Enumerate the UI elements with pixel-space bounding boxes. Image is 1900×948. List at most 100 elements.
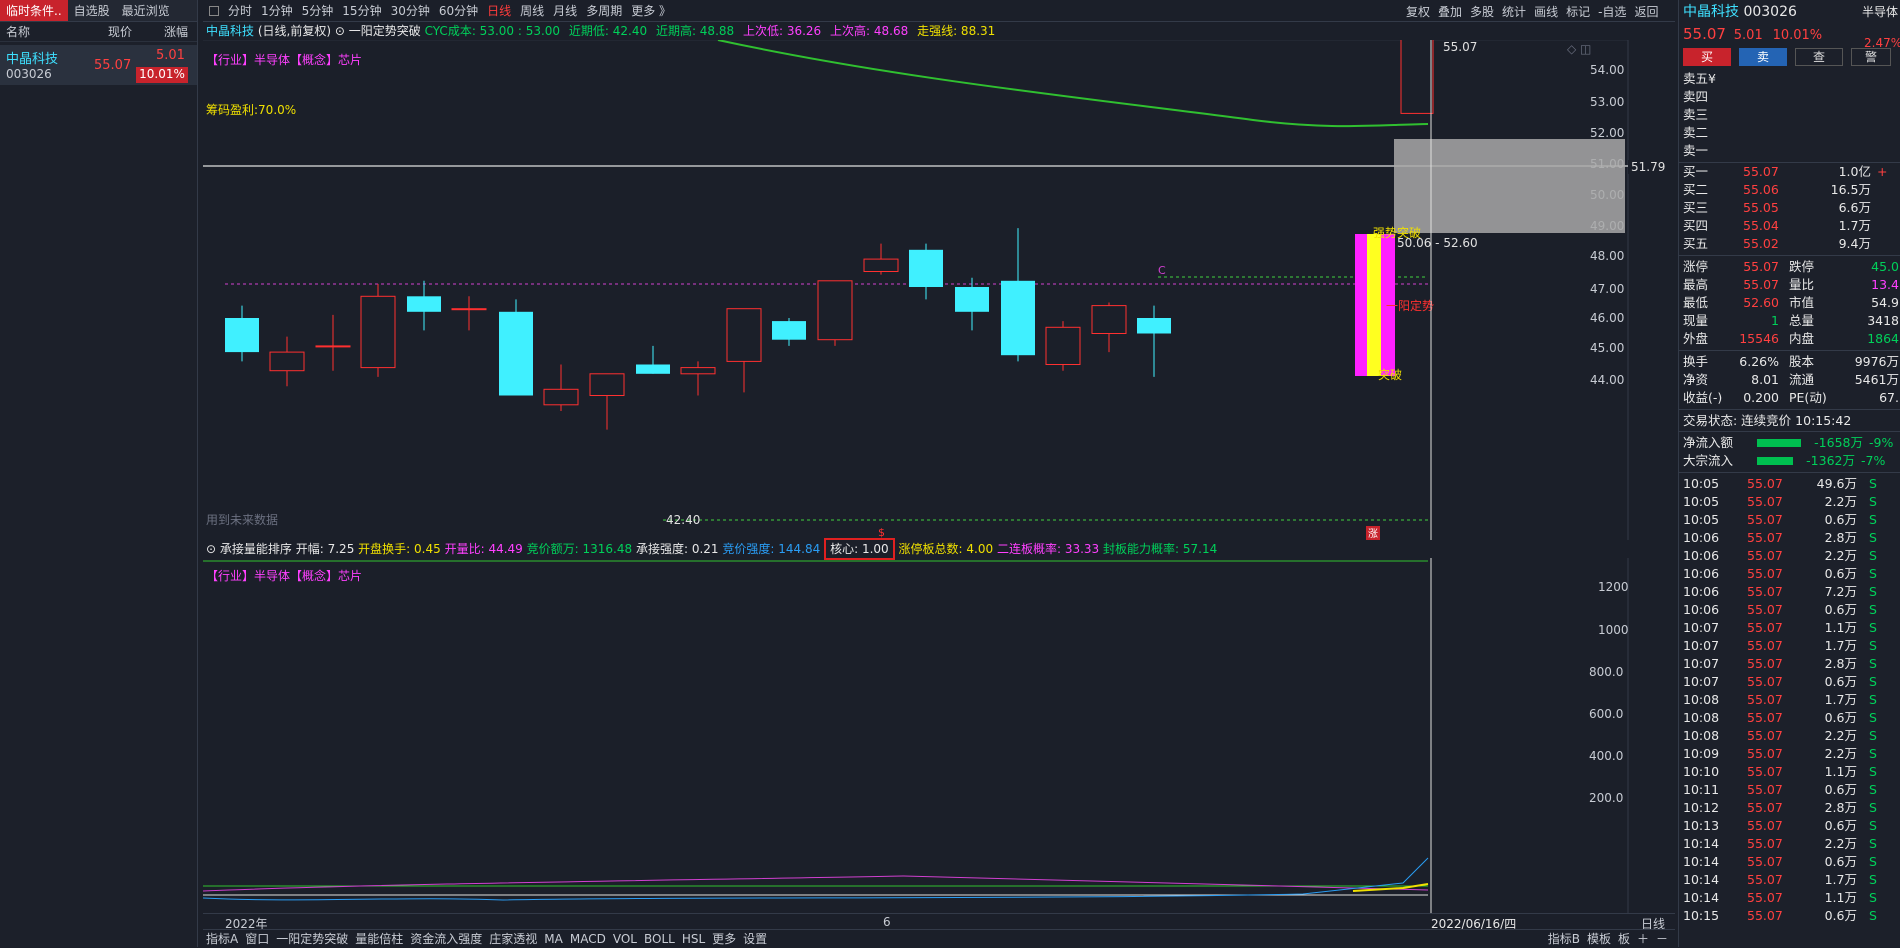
tick-time: 10:06: [1683, 548, 1720, 563]
sub-title[interactable]: 承接量能排序: [220, 542, 292, 556]
sell-level[interactable]: 卖一: [1679, 142, 1900, 160]
quote-sector[interactable]: 半导体: [1862, 0, 1898, 24]
period-more[interactable]: 更多 》: [631, 2, 671, 19]
stat-value: 0.200: [1743, 390, 1779, 405]
stats-block-2: 换手 6.26% 股本 9976万 净资 8.01 流通 5461万 收益(-) 0.200 PE(…: [1679, 351, 1900, 410]
tab-volume-bar[interactable]: 量能倍柱: [355, 930, 403, 947]
chart-options-icon[interactable]: ◇ ◫: [1567, 42, 1591, 56]
tick-side: S: [1869, 566, 1877, 581]
candle-body: [499, 311, 533, 396]
tool-remove-watch[interactable]: -自选: [1598, 3, 1626, 20]
query-button[interactable]: 查: [1795, 48, 1843, 66]
tick-side: S: [1869, 746, 1877, 761]
sub-chart[interactable]: 【行业】半导体【概念】芯片 1200 1000 800.0 600.0 400.0 200…: [203, 558, 1675, 913]
tab-vol[interactable]: VOL: [613, 930, 637, 947]
tab-boll[interactable]: BOLL: [644, 930, 675, 947]
tab-temp-condition[interactable]: 临时条件..: [0, 0, 68, 21]
tool-stats[interactable]: 统计: [1502, 3, 1526, 20]
stat-value: 15546: [1739, 331, 1779, 346]
stock-change: 5.01: [156, 48, 185, 63]
candle-body: [863, 258, 899, 273]
tab-yiyang[interactable]: 一阳定势突破: [276, 930, 348, 947]
buy-level[interactable]: 买二 55.06 16.5万: [1679, 181, 1900, 199]
stock-name: 中晶科技: [6, 52, 59, 67]
sub-toggle-icon[interactable]: ⊙: [206, 542, 216, 556]
zoom-in-icon[interactable]: ＋: [1637, 930, 1649, 947]
quote-pct: 10.01%: [1772, 28, 1823, 43]
period-15min[interactable]: 15分钟: [342, 2, 381, 19]
buy-level-label: 买一: [1683, 164, 1709, 179]
period-1min[interactable]: 1分钟: [261, 2, 293, 19]
sell-level[interactable]: 卖二: [1679, 124, 1900, 142]
period-fenshi[interactable]: 分时: [228, 2, 252, 19]
col-name[interactable]: 名称: [0, 22, 82, 41]
buy-level[interactable]: 买一 55.07 1.0亿 +: [1679, 163, 1900, 181]
tab-ma[interactable]: MA: [544, 930, 563, 947]
tab-watchlist[interactable]: 自选股: [68, 0, 116, 21]
col-price[interactable]: 现价: [82, 22, 132, 41]
buy-level[interactable]: 买三 55.05 6.6万: [1679, 199, 1900, 217]
tick-time: 10:10: [1683, 764, 1720, 779]
chart-indicator[interactable]: 一阳定势突破: [349, 24, 421, 38]
sub-industry-tag: 【行业】半导体【概念】芯片: [206, 568, 362, 583]
period-daily[interactable]: 日线: [487, 2, 511, 19]
tick-row: 10:15 55.07 0.6万 S: [1679, 907, 1900, 925]
indicator-toggle-icon[interactable]: ⊙: [335, 24, 345, 38]
tool-fuquan[interactable]: 复权: [1406, 3, 1430, 20]
stat-label: 总量: [1789, 313, 1815, 328]
flow-block: 净流入额 -1658万 -9% 大宗流入 -1362万 -7%: [1679, 432, 1900, 473]
tab-capital-flow[interactable]: 资金流入强度: [410, 930, 482, 947]
chart-info-line: 中晶科技 (日线,前复权) ⊙ 一阳定势突破 CYC成本: 53.00 : 53…: [206, 22, 995, 40]
period-monthly[interactable]: 月线: [553, 2, 577, 19]
kline-chart[interactable]: 【行业】半导体【概念】芯片 筹码盈利:70.0% 用到未来数据 54.00 53.…: [203, 40, 1675, 540]
buy-level[interactable]: 买四 55.04 1.7万: [1679, 217, 1900, 235]
tab-settings[interactable]: 设置: [743, 930, 767, 947]
tool-draw[interactable]: 画线: [1534, 3, 1558, 20]
tool-multi[interactable]: 多股: [1470, 3, 1494, 20]
flow-label: 净流入额: [1683, 435, 1734, 450]
stat-value: 8.01: [1751, 372, 1779, 387]
tool-back[interactable]: 返回: [1634, 3, 1658, 20]
tab-recent[interactable]: 最近浏览: [116, 0, 176, 21]
period-30min[interactable]: 30分钟: [391, 2, 430, 19]
sell-level[interactable]: 卖三: [1679, 106, 1900, 124]
list-item[interactable]: 中晶科技 003026 55.07 5.01 10.01%: [0, 45, 197, 85]
tab-indicator-b[interactable]: 指标B: [1548, 930, 1580, 947]
tab-indicator-a[interactable]: 指标A: [206, 930, 238, 947]
resistance-zone: [1394, 139, 1625, 233]
period-weekly[interactable]: 周线: [520, 2, 544, 19]
tick-price: 55.07: [1747, 620, 1783, 635]
buy-level-label: 买五: [1683, 236, 1709, 251]
tool-overlay[interactable]: 叠加: [1438, 3, 1462, 20]
tab-board[interactable]: 板: [1618, 930, 1630, 947]
tab-window[interactable]: 窗口: [245, 930, 269, 947]
tool-mark[interactable]: 标记: [1566, 3, 1590, 20]
stat-label: 最高: [1683, 277, 1709, 292]
tab-dealer[interactable]: 庄家透视: [489, 930, 537, 947]
tab-template[interactable]: 模板: [1587, 930, 1611, 947]
sell-level[interactable]: 卖四: [1679, 88, 1900, 106]
candle-body: [955, 287, 989, 312]
tick-volume: 1.7万: [1824, 638, 1857, 653]
period-60min[interactable]: 60分钟: [439, 2, 478, 19]
buy-button[interactable]: 买: [1683, 48, 1731, 66]
tab-more[interactable]: 更多: [712, 930, 736, 947]
price-tick: 53.00: [1590, 95, 1624, 109]
period-5min[interactable]: 5分钟: [302, 2, 334, 19]
stock-price: 55.07: [94, 58, 132, 73]
tab-hsl[interactable]: HSL: [682, 930, 705, 947]
candle-body: [589, 373, 625, 396]
sell-button[interactable]: 卖: [1739, 48, 1787, 66]
layout-toggle-icon[interactable]: [209, 5, 219, 16]
sell-level[interactable]: 卖五 ¥: [1679, 70, 1900, 88]
stat-label: 现量: [1683, 313, 1709, 328]
tick-volume: 1.7万: [1824, 692, 1857, 707]
buy-level[interactable]: 买五 55.02 9.4万: [1679, 235, 1900, 253]
col-pct[interactable]: 涨幅: [132, 22, 188, 41]
tab-macd[interactable]: MACD: [570, 930, 606, 947]
flow-row: 大宗流入 -1362万 -7%: [1679, 452, 1900, 470]
zoom-out-icon[interactable]: －: [1656, 930, 1668, 947]
tick-list[interactable]: 10:05 55.07 49.6万 S 10:05 55.07 2.2万 S 10:05 55.0…: [1679, 473, 1900, 925]
tick-volume: 1.1万: [1824, 890, 1857, 905]
period-multi[interactable]: 多周期: [586, 2, 622, 19]
